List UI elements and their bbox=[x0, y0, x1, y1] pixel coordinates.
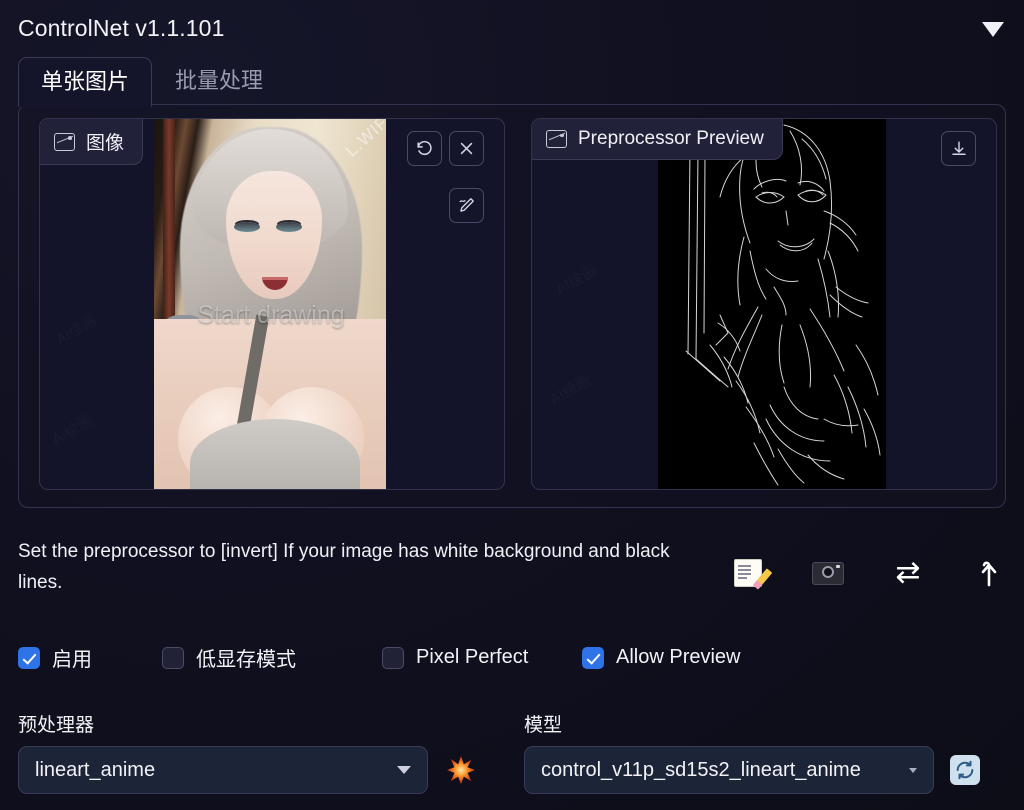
download-icon bbox=[951, 141, 966, 155]
clear-image-button[interactable] bbox=[449, 131, 484, 166]
undo-icon bbox=[417, 140, 432, 155]
preprocessor-label: 预处理器 bbox=[18, 715, 95, 736]
memo-icon bbox=[734, 559, 773, 590]
options-row: 启用 低显存模式 Pixel Perfect Allow Preview bbox=[18, 643, 740, 672]
checkbox-allow-preview[interactable]: Allow Preview bbox=[582, 646, 740, 669]
chevron-down-icon bbox=[397, 766, 411, 774]
preview-pane-label: Preprocessor Preview bbox=[532, 119, 783, 160]
preprocessor-preview-pane[interactable]: AI绘画 AI绘画 bbox=[531, 118, 997, 490]
page-title: ControlNet v1.1.101 bbox=[18, 15, 225, 41]
panel-header: ControlNet v1.1.101 bbox=[18, 10, 1010, 50]
send-dimensions-button[interactable] bbox=[968, 552, 1008, 594]
pane-ghost-watermark: AI绘画 bbox=[48, 409, 97, 449]
image-drop-pane[interactable]: AI绘画 AI绘画 bbox=[39, 118, 505, 490]
run-preprocessor-button[interactable] bbox=[444, 753, 478, 787]
tab-bar: 单张图片 批量处理 bbox=[18, 56, 286, 107]
model-field: 模型 control_v11p_sd15s2_lineart_anime bbox=[524, 710, 1024, 794]
pane-ghost-watermark: AI绘画 bbox=[552, 259, 601, 299]
draw-tool-button[interactable] bbox=[449, 188, 484, 223]
preview-image bbox=[658, 119, 886, 489]
checkbox-enable-box[interactable] bbox=[18, 646, 40, 669]
pen-icon bbox=[459, 198, 474, 212]
image-icon bbox=[546, 130, 567, 148]
checkbox-low-vram-box[interactable] bbox=[162, 646, 184, 669]
image-pane-label-text: 图像 bbox=[86, 133, 125, 154]
close-icon bbox=[460, 142, 473, 155]
burst-icon bbox=[446, 755, 476, 785]
refresh-icon bbox=[956, 760, 974, 780]
checkbox-pixel-perfect[interactable]: Pixel Perfect bbox=[382, 646, 582, 669]
checkbox-allow-preview-box[interactable] bbox=[582, 646, 604, 669]
image-panes: AI绘画 AI绘画 bbox=[39, 118, 997, 490]
checkbox-low-vram-label: 低显存模式 bbox=[196, 649, 296, 671]
controlnet-panel: ControlNet v1.1.101 单张图片 批量处理 AI绘画 AI绘画 bbox=[0, 0, 1024, 810]
pane-ghost-watermark: AI绘画 bbox=[546, 369, 595, 409]
preprocessor-hint-text: Set the preprocessor to [invert] If your… bbox=[18, 541, 670, 593]
open-new-canvas-button[interactable] bbox=[728, 552, 773, 594]
checkbox-pixel-perfect-box[interactable] bbox=[382, 646, 404, 669]
swap-icon: ⇄ bbox=[895, 556, 921, 589]
lineart-render bbox=[685, 120, 881, 486]
refresh-models-button[interactable] bbox=[950, 755, 980, 785]
swap-images-button[interactable]: ⇄ bbox=[888, 552, 928, 594]
checkbox-pixel-perfect-label: Pixel Perfect bbox=[416, 646, 529, 668]
uploaded-image: L.WIF Start drawing bbox=[154, 119, 386, 489]
image-pane-label: 图像 bbox=[40, 119, 144, 165]
webcam-button[interactable] bbox=[808, 552, 848, 594]
preview-pane-label-text: Preprocessor Preview bbox=[578, 128, 764, 149]
checkbox-allow-preview-label: Allow Preview bbox=[616, 646, 741, 668]
chevron-down-icon bbox=[909, 767, 917, 773]
collapse-panel-button[interactable] bbox=[980, 18, 1006, 40]
preprocessor-select[interactable]: lineart_anime bbox=[18, 746, 428, 794]
checkbox-low-vram[interactable]: 低显存模式 bbox=[162, 643, 382, 672]
preprocessor-value: lineart_anime bbox=[35, 758, 156, 781]
tab-content-panel: AI绘画 AI绘画 bbox=[18, 104, 1006, 508]
action-icon-row: ⇄ bbox=[728, 552, 1008, 594]
model-value: control_v11p_sd15s2_lineart_anime bbox=[541, 758, 861, 781]
checkbox-enable[interactable]: 启用 bbox=[18, 643, 162, 672]
camera-icon bbox=[812, 561, 844, 585]
pane-ghost-watermark: AI绘画 bbox=[52, 309, 101, 349]
checkbox-enable-label: 启用 bbox=[52, 649, 92, 671]
download-button[interactable] bbox=[941, 131, 976, 166]
preprocessor-field: 预处理器 lineart_anime bbox=[18, 710, 526, 794]
undo-button[interactable] bbox=[407, 131, 442, 166]
up-arrow-icon bbox=[981, 561, 997, 587]
image-icon bbox=[54, 132, 75, 151]
model-label: 模型 bbox=[524, 715, 563, 736]
tab-single-image[interactable]: 单张图片 bbox=[18, 57, 153, 107]
tab-batch-process[interactable]: 批量处理 bbox=[152, 56, 286, 106]
model-select[interactable]: control_v11p_sd15s2_lineart_anime bbox=[524, 746, 934, 794]
chevron-down-icon bbox=[982, 21, 1004, 37]
